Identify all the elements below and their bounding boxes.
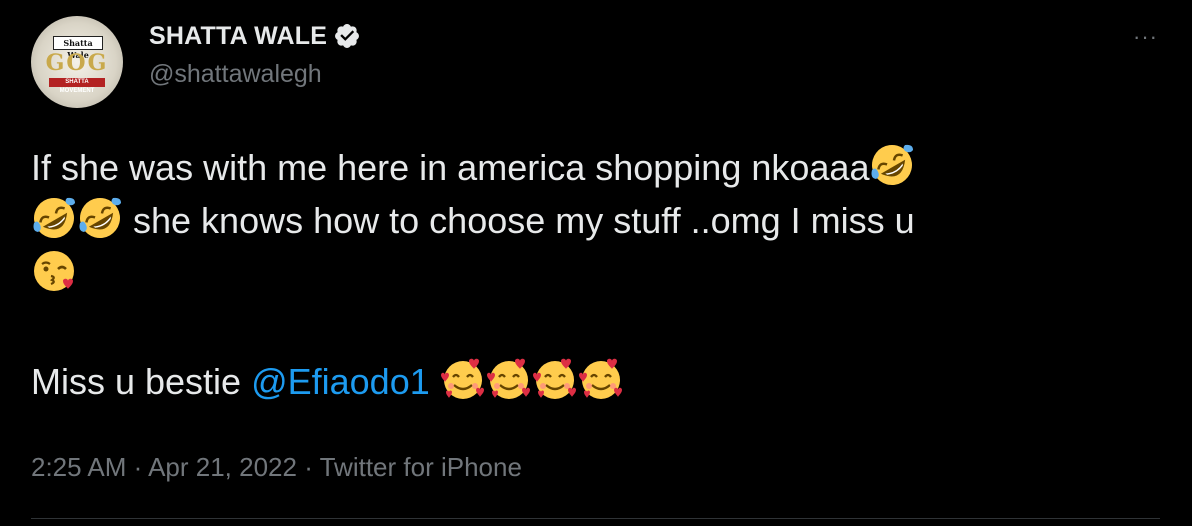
tweet-line-2-text: she knows how to choose my stuff ..omg I… — [133, 200, 915, 241]
tweet-text: If she was with me here in america shopp… — [31, 141, 1141, 408]
tweet-line-3 — [31, 247, 1141, 300]
rolling-laughing-emoji-icon — [77, 195, 123, 241]
more-options-button[interactable]: ··· — [1133, 24, 1158, 50]
author-display-name[interactable]: SHATTA WALE — [149, 22, 327, 51]
meta-separator: · — [126, 452, 149, 482]
tweet-line-1: If she was with me here in america shopp… — [31, 141, 1141, 194]
tweet-source[interactable]: Twitter for iPhone — [320, 452, 522, 482]
tweet-line-4-text: Miss u bestie — [31, 361, 252, 402]
meta-separator: · — [296, 452, 320, 482]
smiling-hearts-emoji-icon — [532, 356, 578, 402]
tweet-time[interactable]: 2:25 AM — [31, 452, 126, 482]
author-name-row: SHATTA WALE — [149, 22, 361, 50]
tweet-line-1-text: If she was with me here in america shopp… — [31, 147, 870, 188]
rolling-laughing-emoji-icon — [869, 142, 915, 188]
avatar-logo-top: Shatta Wale — [53, 36, 103, 60]
tweet-date[interactable]: Apr 21, 2022 — [148, 452, 297, 482]
smiling-hearts-emoji-icon — [440, 356, 486, 402]
divider — [31, 518, 1160, 519]
smiling-hearts-emoji-icon — [486, 356, 532, 402]
author-handle[interactable]: @shattawalegh — [149, 60, 322, 89]
blowing-kiss-emoji-icon — [31, 248, 77, 294]
avatar-logo-bottom: SHATTA MOVEMENT — [49, 78, 105, 94]
rolling-laughing-emoji-icon — [31, 195, 77, 241]
mention-link[interactable]: @Efiaodo1 — [251, 361, 430, 402]
tweet-line-2: she knows how to choose my stuff ..omg I… — [31, 194, 1141, 247]
tweet-card: Shatta Wale GOG SHATTA MOVEMENT SHATTA W… — [0, 0, 1192, 526]
avatar-logo-mid: GOG — [45, 50, 109, 76]
tweet-line-4: Miss u bestie @Efiaodo1 — [31, 355, 1141, 408]
verified-badge-icon — [335, 24, 360, 48]
tweet-meta: 2:25 AM · Apr 21, 2022 · Twitter for iPh… — [31, 452, 522, 483]
smiling-hearts-emoji-icon — [578, 356, 624, 402]
author-avatar[interactable]: Shatta Wale GOG SHATTA MOVEMENT — [31, 16, 123, 108]
